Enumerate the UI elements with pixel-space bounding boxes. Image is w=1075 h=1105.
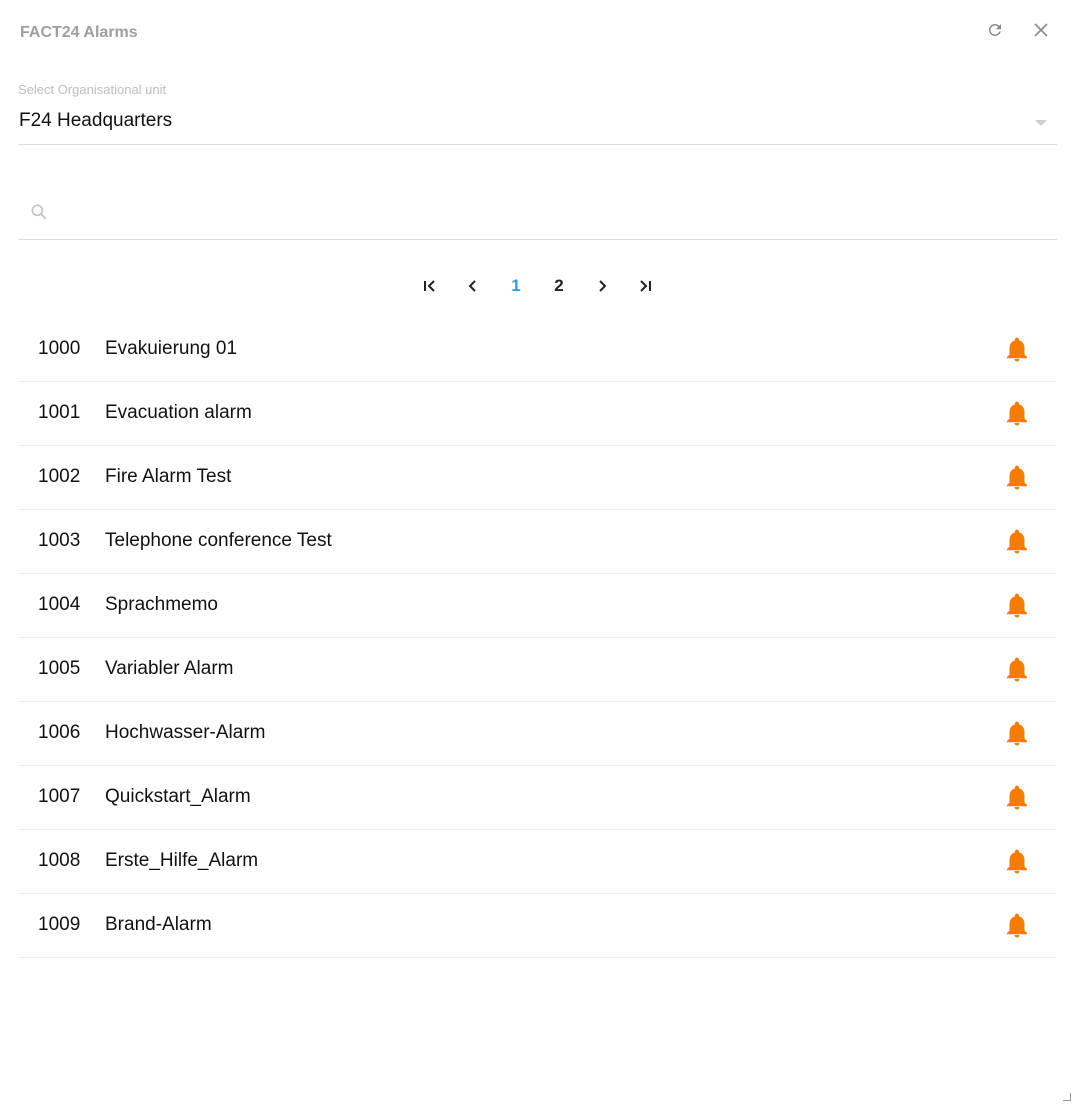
- chevron-down-icon[interactable]: [1035, 120, 1047, 126]
- search-icon: [31, 204, 47, 220]
- alarm-row[interactable]: 1009 Brand-Alarm: [18, 894, 1055, 958]
- trigger-alarm-button[interactable]: [1005, 785, 1029, 816]
- next-page-icon: [599, 280, 607, 292]
- trigger-alarm-button[interactable]: [1005, 849, 1029, 880]
- alarm-number: 1009: [38, 914, 81, 935]
- bell-icon: [1007, 529, 1027, 554]
- alarm-row[interactable]: 1003 Telephone conference Test: [18, 510, 1055, 574]
- alarm-name: Sprachmemo: [105, 594, 218, 615]
- alarm-name: Brand-Alarm: [105, 914, 212, 935]
- alarm-name: Variabler Alarm: [105, 658, 234, 679]
- trigger-alarm-button[interactable]: [1005, 529, 1029, 560]
- alarm-name: Evacuation alarm: [105, 402, 252, 423]
- trigger-alarm-button[interactable]: [1005, 657, 1029, 688]
- alarm-row[interactable]: 1004 Sprachmemo: [18, 574, 1055, 638]
- trigger-alarm-button[interactable]: [1005, 913, 1029, 944]
- window-title: FACT24 Alarms: [20, 24, 138, 41]
- alarm-row[interactable]: 1001 Evacuation alarm: [18, 382, 1055, 446]
- trigger-alarm-button[interactable]: [1005, 401, 1029, 432]
- alarm-number: 1008: [38, 850, 81, 871]
- bell-icon: [1007, 337, 1027, 362]
- bell-icon: [1007, 593, 1027, 618]
- alarm-row[interactable]: 1006 Hochwasser-Alarm: [18, 702, 1055, 766]
- page-1-button[interactable]: 1: [501, 270, 531, 302]
- alarm-row[interactable]: 1005 Variabler Alarm: [18, 638, 1055, 702]
- alarm-number: 1006: [38, 722, 81, 743]
- org-unit-label: Select Organisational unit: [18, 82, 167, 97]
- trigger-alarm-button[interactable]: [1005, 337, 1029, 368]
- pagination: 1 2: [408, 270, 668, 302]
- search-field[interactable]: [18, 186, 1057, 240]
- alarm-number: 1005: [38, 658, 81, 679]
- alarm-name: Telephone conference Test: [105, 530, 332, 551]
- bell-icon: [1007, 465, 1027, 490]
- search-input[interactable]: [62, 196, 1046, 230]
- alarm-number: 1000: [38, 338, 81, 359]
- bell-icon: [1007, 849, 1027, 874]
- alarm-name: Fire Alarm Test: [105, 466, 232, 487]
- alarm-name: Erste_Hilfe_Alarm: [105, 850, 259, 871]
- refresh-button[interactable]: [983, 18, 1007, 42]
- alarm-number: 1001: [38, 402, 81, 423]
- alarm-number: 1007: [38, 786, 81, 807]
- refresh-icon: [989, 23, 1001, 36]
- bell-icon: [1007, 657, 1027, 682]
- bell-icon: [1007, 913, 1027, 938]
- alarm-number: 1004: [38, 594, 81, 615]
- first-page-button[interactable]: [415, 270, 445, 302]
- org-unit-select[interactable]: Select Organisational unit F24 Headquart…: [18, 82, 1057, 145]
- org-unit-value[interactable]: F24 Headquarters: [19, 110, 172, 132]
- bell-icon: [1007, 785, 1027, 810]
- next-page-button[interactable]: [587, 270, 617, 302]
- alarm-number: 1002: [38, 466, 81, 487]
- close-icon: [1034, 23, 1048, 37]
- bell-icon: [1007, 401, 1027, 426]
- alarm-row[interactable]: 1000 Evakuierung 01: [18, 318, 1055, 382]
- alarm-number: 1003: [38, 530, 81, 551]
- close-button[interactable]: [1029, 18, 1053, 42]
- alarm-name: Hochwasser-Alarm: [105, 722, 266, 743]
- trigger-alarm-button[interactable]: [1005, 465, 1029, 496]
- trigger-alarm-button[interactable]: [1005, 593, 1029, 624]
- alarm-list: 1000 Evakuierung 01 1001 Evacuation alarm 10…: [18, 318, 1055, 958]
- first-page-icon: [424, 280, 435, 292]
- prev-page-button[interactable]: [458, 270, 488, 302]
- alarm-name: Quickstart_Alarm: [105, 786, 251, 807]
- alarm-row[interactable]: 1007 Quickstart_Alarm: [18, 766, 1055, 830]
- last-page-icon: [640, 280, 651, 292]
- alarm-name: Evakuierung 01: [105, 338, 238, 359]
- page-2-button[interactable]: 2: [544, 270, 574, 302]
- bell-icon: [1007, 721, 1027, 746]
- resize-handle[interactable]: [1063, 1093, 1071, 1101]
- alarm-row[interactable]: 1008 Erste_Hilfe_Alarm: [18, 830, 1055, 894]
- prev-page-icon: [468, 280, 476, 292]
- alarm-row[interactable]: 1002 Fire Alarm Test: [18, 446, 1055, 510]
- last-page-button[interactable]: [630, 270, 660, 302]
- trigger-alarm-button[interactable]: [1005, 721, 1029, 752]
